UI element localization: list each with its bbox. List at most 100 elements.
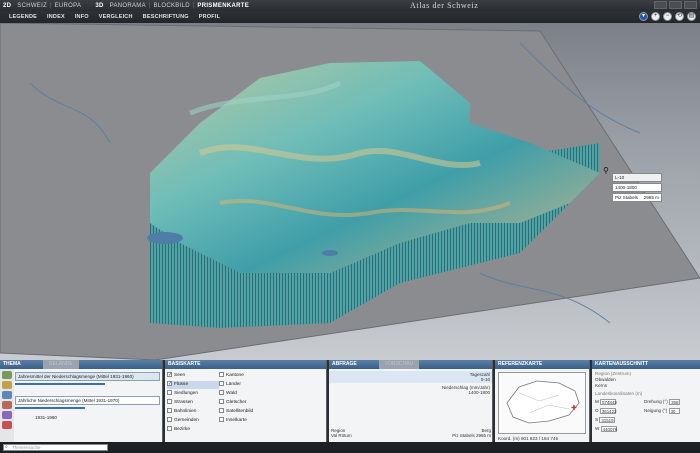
neigung-input[interactable]: 30 bbox=[668, 408, 680, 414]
checkbox[interactable] bbox=[167, 399, 172, 405]
option-label: Strassen bbox=[174, 400, 193, 405]
coord-label: Koord. (m) bbox=[498, 436, 520, 441]
checkbox[interactable] bbox=[219, 381, 224, 387]
tab-2d[interactable]: 2D bbox=[0, 3, 14, 9]
compass-icon[interactable]: ▾ bbox=[639, 12, 648, 21]
checkbox[interactable] bbox=[167, 426, 172, 432]
menu-vergleich[interactable]: VERGLEICH bbox=[94, 14, 138, 20]
thema-item[interactable]: Jahresmittel der Niederschlagsmenge (Mit… bbox=[15, 372, 160, 385]
checkbox[interactable] bbox=[167, 371, 172, 379]
checkbox[interactable] bbox=[167, 408, 172, 414]
coord-o-input[interactable]: 361422 bbox=[599, 408, 617, 414]
tab-vorschau[interactable]: VORSCHAU bbox=[378, 360, 420, 369]
checkbox[interactable] bbox=[219, 408, 224, 414]
zoom-out-icon[interactable]: − bbox=[663, 12, 672, 21]
coord-w: W 440076 bbox=[595, 426, 617, 432]
thema-icon-list bbox=[0, 369, 14, 453]
option-satellitenbild[interactable]: Satellitenbild bbox=[219, 408, 271, 416]
reference-map[interactable]: ✚ bbox=[498, 372, 586, 434]
nature-icon[interactable] bbox=[2, 371, 12, 379]
checkbox[interactable] bbox=[219, 372, 224, 378]
checkbox[interactable] bbox=[167, 380, 172, 388]
coord-value: 801 823 / 184 745 bbox=[520, 436, 559, 441]
climate-icon[interactable] bbox=[2, 391, 12, 399]
coord-m-input[interactable]: 574843 bbox=[600, 399, 617, 405]
thema-item[interactable]: Jährliche Niederschlagsmenge (Mittel 193… bbox=[15, 396, 160, 420]
menu-beschriftung[interactable]: BESCHRIFTUNG bbox=[138, 14, 194, 20]
reset-view-icon[interactable]: ⟲ bbox=[675, 12, 684, 21]
menu-legende[interactable]: LEGENDE bbox=[4, 14, 42, 20]
tab-prismenkarte[interactable]: PRISMENKARTE bbox=[194, 3, 252, 9]
query-value: 5-10 bbox=[480, 377, 490, 382]
checkbox[interactable] bbox=[219, 399, 224, 405]
prism-map-view[interactable]: ⚲ L-10 1400-1800 Piz Stabels 2965 m bbox=[0, 23, 700, 360]
coord-key: S bbox=[595, 417, 599, 423]
checkbox[interactable] bbox=[219, 390, 224, 396]
tooltip-elevation: 2965 m bbox=[643, 195, 659, 200]
tab-schweiz[interactable]: SCHWEIZ bbox=[14, 3, 50, 9]
checkbox[interactable] bbox=[219, 417, 224, 423]
abfrage-header: ABFRAGE VORSCHAU bbox=[329, 360, 492, 369]
tab-3d[interactable]: 3D bbox=[92, 3, 106, 9]
menu-info[interactable]: INFO bbox=[70, 14, 94, 20]
theme-search-input[interactable]: ⌕ Themensuche bbox=[3, 444, 108, 451]
menu-bar: LEGENDE INDEX INFO VERGLEICH BESCHRIFTUN… bbox=[0, 11, 700, 23]
print-icon[interactable]: ▤ bbox=[687, 12, 696, 21]
option-label: Wald bbox=[226, 391, 237, 396]
option-inselkarte[interactable]: Inselkarte bbox=[219, 417, 271, 425]
coord-s-input[interactable]: 31519 bbox=[599, 417, 616, 423]
tab-blockbild[interactable]: BLOCKBILD bbox=[150, 3, 192, 9]
thema-slider[interactable] bbox=[15, 407, 85, 409]
checkbox[interactable] bbox=[167, 417, 172, 423]
tab-abfrage[interactable]: ABFRAGE bbox=[332, 360, 357, 369]
menu-index[interactable]: INDEX bbox=[42, 14, 70, 20]
thema-item-label[interactable]: Jährliche Niederschlagsmenge (Mittel 193… bbox=[15, 396, 160, 405]
query-footer: Region Berg Val Rötum Piz Stabels 2965 m bbox=[329, 428, 493, 438]
option-label: Siedlungen bbox=[174, 391, 199, 396]
menu-profil[interactable]: PROFIL bbox=[194, 14, 225, 20]
tab-europa[interactable]: EUROPA bbox=[52, 3, 85, 9]
tooltip-place: Piz Stabels bbox=[615, 195, 638, 200]
option-siedlungen[interactable]: Siedlungen bbox=[167, 390, 219, 398]
option-seen[interactable]: Seen bbox=[167, 371, 219, 380]
option-gletscher[interactable]: Gletscher bbox=[219, 399, 271, 407]
society-icon[interactable] bbox=[2, 381, 12, 389]
drehung-input[interactable]: 358 bbox=[669, 399, 681, 405]
maximize-button[interactable] bbox=[669, 1, 682, 9]
tooltip-row: L-10 bbox=[612, 173, 662, 182]
tooltip-range: 1400-1800 bbox=[615, 185, 637, 190]
minimize-button[interactable] bbox=[654, 1, 667, 9]
option-kantone[interactable]: Kantone bbox=[219, 372, 271, 380]
zoom-in-icon[interactable]: + bbox=[651, 12, 660, 21]
lake bbox=[147, 232, 183, 244]
option-bahnlinien[interactable]: Bahnlinien bbox=[167, 408, 219, 416]
economy-icon[interactable] bbox=[2, 401, 12, 409]
close-button[interactable] bbox=[684, 1, 697, 9]
kartenausschnitt-header: KARTENAUSSCHNITT bbox=[592, 360, 700, 369]
map-tools: ▾ + − ⟲ ▤ bbox=[639, 12, 696, 21]
tab-gelaende[interactable]: GELÄNDE bbox=[42, 360, 79, 369]
lake bbox=[322, 250, 338, 256]
coord-o: O 361422 bbox=[595, 408, 617, 414]
tooltip-row: 1400-1800 bbox=[612, 183, 662, 192]
tab-thema[interactable]: THEMA bbox=[3, 360, 21, 369]
checkbox[interactable] bbox=[167, 390, 172, 396]
app-title: Atlas der Schweiz bbox=[410, 1, 479, 10]
option-fluesse[interactable]: Flüsse bbox=[167, 380, 219, 389]
history-icon[interactable] bbox=[2, 421, 12, 429]
option-gemeinden[interactable]: Gemeinden bbox=[167, 417, 219, 425]
option-laender[interactable]: Länder bbox=[219, 381, 271, 389]
option-strassen[interactable]: Strassen bbox=[167, 399, 219, 407]
option-wald[interactable]: Wald bbox=[219, 390, 271, 398]
thema-slider[interactable] bbox=[15, 383, 105, 385]
prism-map-canvas[interactable] bbox=[0, 23, 700, 360]
basiskarte-panel: BASISKARTE Seen Kantone Flüsse Länder Si… bbox=[165, 360, 327, 453]
thema-period-label: 1931-1960 bbox=[35, 415, 57, 420]
politics-icon[interactable] bbox=[2, 411, 12, 419]
thema-item-label[interactable]: Jahresmittel der Niederschlagsmenge (Mit… bbox=[15, 372, 160, 381]
tab-panorama[interactable]: PANORAMA bbox=[107, 3, 149, 9]
option-bezirke[interactable]: Bezirke bbox=[167, 426, 219, 434]
query-label: Val Rötum bbox=[331, 433, 352, 438]
option-label: Bahnlinien bbox=[174, 409, 197, 414]
coord-w-input[interactable]: 440076 bbox=[600, 426, 617, 432]
